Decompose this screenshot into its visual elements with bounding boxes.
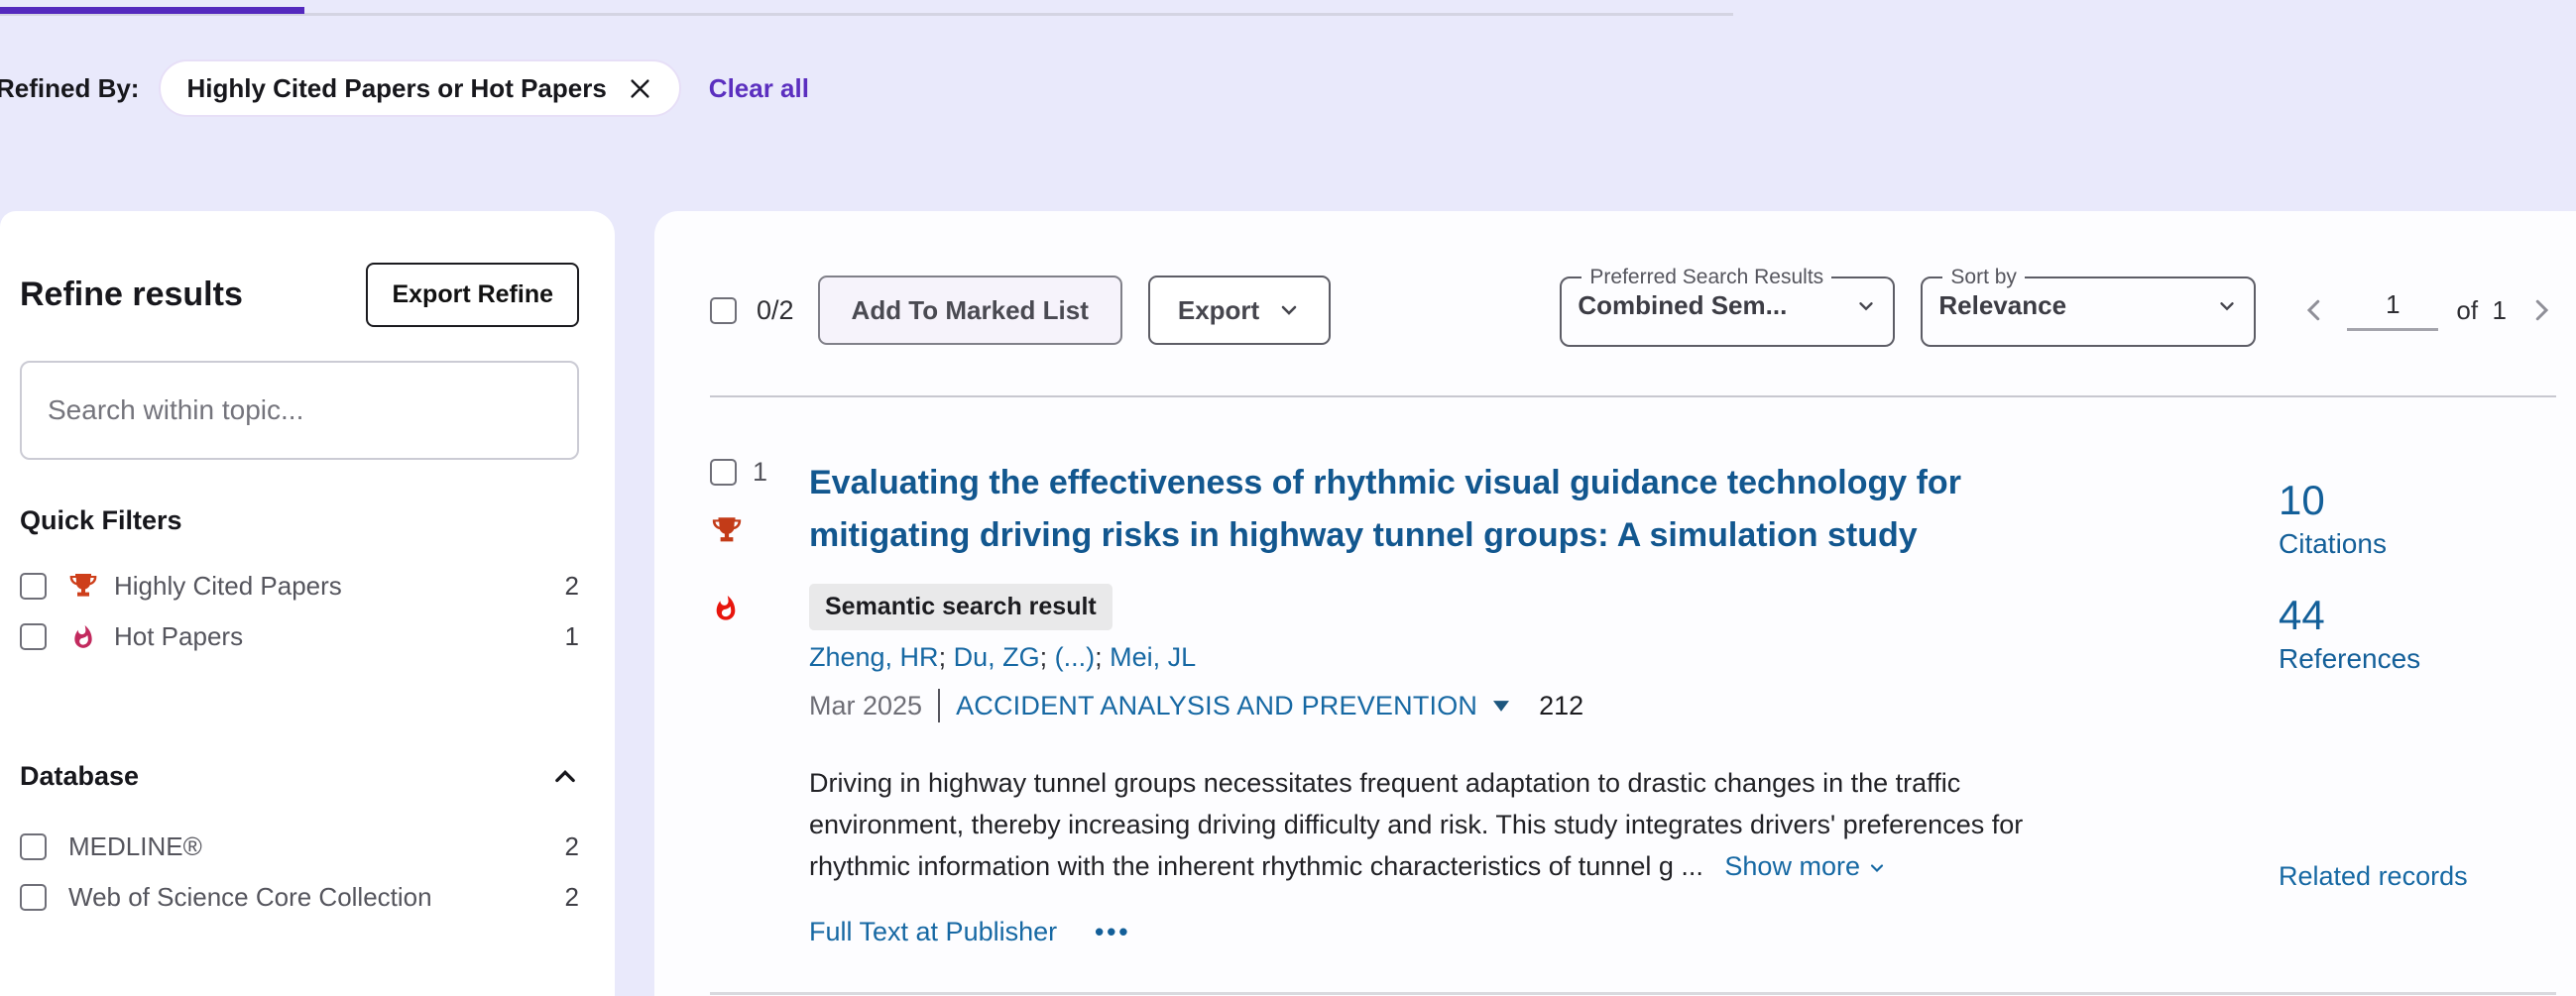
result-divider <box>710 992 2556 995</box>
pagination: of 1 <box>2299 289 2556 331</box>
flame-icon <box>66 622 100 652</box>
filter-label[interactable]: MEDLINE® <box>68 831 565 862</box>
semantic-search-badge: Semantic search result <box>809 584 1112 630</box>
web-of-science-results-page: Refined By: Highly Cited Papers or Hot P… <box>0 0 2576 996</box>
page-number-input[interactable] <box>2347 289 2438 331</box>
result-index: 1 <box>753 457 767 488</box>
filter-count: 1 <box>565 621 579 652</box>
author-list: Zheng, HR; Du, ZG; (...); Mei, JL <box>809 642 2279 673</box>
citations-metric[interactable]: 10 Citations <box>2279 477 2556 560</box>
highly-cited-trophy-icon <box>710 513 809 552</box>
result-content: Evaluating the effectiveness of rhythmic… <box>809 457 2279 947</box>
result-item: 1 Evaluating the effectiveness of rhythm… <box>710 457 2556 947</box>
sort-by-select[interactable]: Sort by Relevance <box>1921 266 2256 347</box>
sort-by-label: Sort by <box>1942 266 2025 289</box>
filter-row-hot-papers: Hot Papers 1 <box>20 621 579 652</box>
abstract-snippet: Driving in highway tunnel groups necessi… <box>809 762 2083 887</box>
results-panel: 0/2 Add To Marked List Export Preferred … <box>654 211 2576 996</box>
author-link[interactable]: Mei, JL <box>1110 642 1196 672</box>
clear-all-link[interactable]: Clear all <box>709 73 809 104</box>
results-toolbar: 0/2 Add To Marked List Export Preferred … <box>710 273 2556 348</box>
select-all-checkbox[interactable] <box>710 297 737 324</box>
refine-results-title: Refine results <box>20 276 243 314</box>
source-row: Mar 2025 ACCIDENT ANALYSIS AND PREVENTIO… <box>809 689 2279 722</box>
page-total: of 1 <box>2456 295 2507 326</box>
references-metric[interactable]: 44 References <box>2279 592 2556 675</box>
author-separator: ; <box>1040 642 1055 672</box>
selection-count: 0/2 <box>757 295 794 326</box>
medline-checkbox[interactable] <box>20 833 47 860</box>
filter-label[interactable]: Highly Cited Papers <box>114 571 565 602</box>
preferred-search-results-value: Combined Sem... <box>1578 290 1787 321</box>
chevron-down-icon <box>1855 295 1877 317</box>
database-heading: Database <box>20 761 139 792</box>
result-title-link[interactable]: Evaluating the effectiveness of rhythmic… <box>809 457 2058 562</box>
journal-caret-down-icon[interactable] <box>1493 701 1509 712</box>
filter-count: 2 <box>565 831 579 862</box>
author-link[interactable]: Du, ZG <box>954 642 1040 672</box>
wos-core-checkbox[interactable] <box>20 884 47 911</box>
highly-cited-checkbox[interactable] <box>20 573 47 600</box>
export-button-label: Export <box>1178 295 1259 326</box>
references-count[interactable]: 44 <box>2279 592 2556 639</box>
previous-page-icon[interactable] <box>2299 295 2329 325</box>
active-tab-indicator <box>0 7 304 14</box>
result-metrics: 10 Citations 44 References Related recor… <box>2279 457 2556 947</box>
hot-paper-flame-icon <box>712 592 809 630</box>
hot-papers-checkbox[interactable] <box>20 623 47 650</box>
quick-filters-heading: Quick Filters <box>20 505 579 536</box>
filter-row-medline: MEDLINE® 2 <box>20 831 579 862</box>
close-icon[interactable] <box>627 75 653 102</box>
result-checkbox[interactable] <box>710 459 737 486</box>
journal-link[interactable]: ACCIDENT ANALYSIS AND PREVENTION <box>956 691 1477 721</box>
add-to-marked-list-button[interactable]: Add To Marked List <box>818 276 1122 345</box>
refined-by-label: Refined By: <box>0 73 139 104</box>
show-more-link[interactable]: Show more <box>1724 851 1887 881</box>
toolbar-divider <box>710 395 2556 397</box>
filter-label[interactable]: Web of Science Core Collection <box>68 882 565 913</box>
filter-label[interactable]: Hot Papers <box>114 621 565 652</box>
refined-by-bar: Refined By: Highly Cited Papers or Hot P… <box>0 59 809 117</box>
source-separator <box>938 689 940 722</box>
citations-label[interactable]: Citations <box>2279 528 2556 560</box>
preferred-search-results-select[interactable]: Preferred Search Results Combined Sem... <box>1560 266 1895 347</box>
preferred-search-results-label: Preferred Search Results <box>1581 266 1831 289</box>
search-within-topic-input[interactable] <box>20 361 579 460</box>
related-records-link[interactable]: Related records <box>2279 861 2556 892</box>
chevron-down-icon <box>2216 295 2238 317</box>
author-link[interactable]: Zheng, HR <box>809 642 939 672</box>
filter-count: 2 <box>565 571 579 602</box>
filter-row-wos-core: Web of Science Core Collection 2 <box>20 882 579 913</box>
citations-count[interactable]: 10 <box>2279 477 2556 524</box>
next-page-icon[interactable] <box>2526 295 2556 325</box>
chevron-down-icon <box>1277 298 1301 322</box>
export-refine-button[interactable]: Export Refine <box>366 263 579 327</box>
more-options-icon[interactable]: ••• <box>1095 917 1130 947</box>
volume-number: 212 <box>1539 691 1583 721</box>
publication-date: Mar 2025 <box>809 691 922 721</box>
database-section-header[interactable]: Database <box>20 761 579 792</box>
references-label[interactable]: References <box>2279 643 2556 675</box>
author-link[interactable]: (...) <box>1055 642 1096 672</box>
sort-by-value: Relevance <box>1938 290 2066 321</box>
filter-count: 2 <box>565 882 579 913</box>
filter-chip[interactable]: Highly Cited Papers or Hot Papers <box>159 59 680 117</box>
filter-chip-label: Highly Cited Papers or Hot Papers <box>186 73 606 104</box>
refine-sidebar: Refine results Export Refine Quick Filte… <box>0 211 615 996</box>
trophy-icon <box>66 570 100 602</box>
export-button[interactable]: Export <box>1148 276 1331 345</box>
chevron-up-icon[interactable] <box>551 763 579 791</box>
author-separator: ; <box>939 642 954 672</box>
author-separator: ; <box>1095 642 1110 672</box>
result-gutter: 1 <box>710 457 809 947</box>
filter-row-highly-cited: Highly Cited Papers 2 <box>20 570 579 602</box>
full-text-at-publisher-link[interactable]: Full Text at Publisher <box>809 917 1057 947</box>
